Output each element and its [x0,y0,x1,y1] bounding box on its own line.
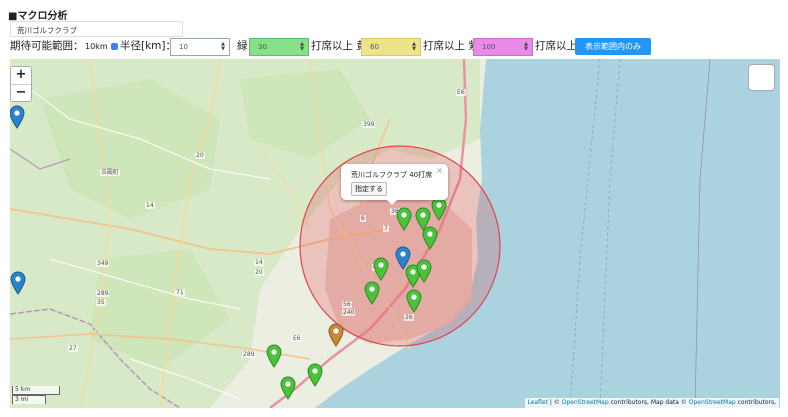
map-pin-icon [373,257,389,281]
select-course-button[interactable]: 指定する [351,182,387,196]
page-title: ■マクロ分析 [8,11,68,22]
map-tiles[interactable] [10,59,780,408]
scale-mi: 3 mi [12,395,46,404]
purple-threshold-input[interactable]: 100 ▲ ▼ [473,38,533,56]
golf-course-marker[interactable] [422,226,438,250]
map-pin-icon [307,363,323,387]
attribution-text: contributors, [735,399,776,406]
green-threshold-input[interactable]: 30 ▲ ▼ [249,38,309,56]
stepper-icon[interactable]: ▲ ▼ [412,42,416,52]
map-pin-icon [406,289,422,313]
stepper-icon[interactable]: ▲ ▼ [524,42,528,52]
yellow-suffix-label: 打席以上 紫 [423,40,479,52]
map-pin-icon [328,323,344,347]
golf-course-marker[interactable] [280,376,296,400]
yellow-threshold-value: 60 [370,43,379,51]
zoom-control: + − [10,66,32,102]
visible-area-only-button[interactable]: 表示範囲内のみ [575,38,651,55]
osm-link[interactable]: OpenStreetMap [562,399,609,406]
road-number-label: 240 [342,309,356,316]
road-number-label: 14 [254,259,264,266]
golf-course-marker[interactable] [328,323,344,347]
map-pin-icon [396,207,412,231]
osm-link[interactable]: OpenStreetMap [689,399,736,406]
road-number-label: 71 [175,289,185,296]
leaflet-link[interactable]: Leaflet [528,399,548,406]
stepper-icon[interactable]: ▲ ▼ [221,42,225,52]
map-pin-icon [10,105,25,129]
map-pin-icon [10,271,26,295]
radius-label: 半径[km]： [120,40,177,52]
map-pin-icon [364,281,380,305]
golf-course-marker[interactable] [373,257,389,281]
green-threshold-value: 30 [258,43,267,51]
golf-course-marker[interactable] [431,197,447,221]
golf-course-marker[interactable] [10,271,26,295]
road-number-label: 26 [404,314,414,321]
chevron-down-icon [110,43,118,50]
zoom-in-button[interactable]: + [11,67,31,84]
golf-course-marker[interactable] [416,259,432,283]
radius-input[interactable]: 10 ▲ ▼ [170,38,230,56]
golf-course-marker[interactable] [266,344,282,368]
road-number-label: 56 [342,301,352,308]
golf-course-marker[interactable] [364,281,380,305]
road-number-label: E6 [456,89,466,96]
golf-course-marker[interactable] [10,105,25,129]
purple-suffix-label: 打席以上 [535,40,577,52]
expected-range-label: 期待可能範囲： [10,40,84,52]
golf-course-marker[interactable] [307,363,323,387]
road-number-label: 20 [195,152,205,159]
map-pin-icon [395,246,411,270]
scale-km: 5 km [12,386,60,395]
map-pin-icon [266,344,282,368]
expected-range-select[interactable]: 10km [82,40,121,53]
road-number-label: 7 [383,225,389,232]
map-pin-icon [280,376,296,400]
map-view[interactable]: E639920古殿町1414203492893571495624026E6272… [10,59,780,408]
road-number-label: 20 [254,269,264,276]
place-name-field[interactable]: 荒川ゴルフクラブ [10,21,183,37]
stepper-icon[interactable]: ▲ ▼ [300,42,304,52]
golf-course-marker[interactable] [395,246,411,270]
map-pin-icon [416,259,432,283]
yellow-threshold-input[interactable]: 60 ▲ ▼ [361,38,421,56]
green-suffix-label: 打席以上 黄 [311,40,367,52]
zoom-out-button[interactable]: − [11,84,31,101]
road-number-label: 14 [145,202,155,209]
road-number-label: 35 [96,299,106,306]
map-attribution: Leaflet | © OpenStreetMap contributors, … [524,398,779,408]
road-number-label: 289 [96,290,110,297]
layer-control-button[interactable] [748,64,775,91]
radius-value: 10 [179,43,188,51]
golf-course-marker[interactable] [396,207,412,231]
road-number-label: 古殿町 [100,169,121,176]
road-number-label: 289 [242,351,256,358]
map-pin-icon [422,226,438,250]
popup-tip [387,200,397,205]
purple-threshold-value: 100 [482,43,496,51]
golf-course-marker[interactable] [406,289,422,313]
road-number-label: 27 [68,345,78,352]
attribution-text: | © [547,399,562,406]
road-number-label: 6 [360,215,366,222]
attribution-text: contributors, Map data © [608,399,689,406]
filter-toolbar: 期待可能範囲： 10km 半径[km]： 10 ▲ ▼ 緑 30 ▲ ▼ 打席以上 … [10,38,780,58]
expected-range-value: 10km [85,42,108,51]
road-number-label: E6 [292,335,302,342]
road-number-label: 399 [362,121,376,128]
popup-title: 荒川ゴルフクラブ 40打席 [351,171,433,179]
map-pin-icon [431,197,447,221]
road-number-label: 349 [96,260,110,267]
close-icon[interactable]: × [436,166,443,175]
marker-popup: 荒川ゴルフクラブ 40打席 指定する × [341,164,448,205]
scale-bar: 5 km 3 mi [12,386,60,404]
green-label: 緑 [237,40,248,52]
